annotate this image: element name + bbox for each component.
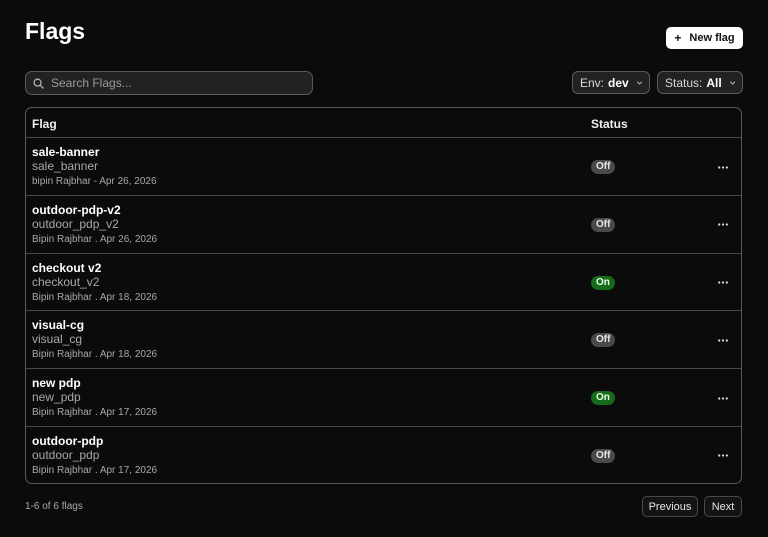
status-badge: Off xyxy=(591,217,616,232)
table-row[interactable]: sale-banner sale_banner bipin Rajbhar - … xyxy=(26,138,741,196)
flag-name[interactable]: checkout v2 xyxy=(32,261,101,275)
flag-name[interactable]: sale-banner xyxy=(32,145,99,159)
column-header-status: Status xyxy=(591,117,628,131)
more-horizontal-icon[interactable] xyxy=(715,218,731,232)
flag-name[interactable]: visual-cg xyxy=(32,318,84,332)
flag-meta: Bipin Rajbhar . Apr 18, 2026 xyxy=(32,349,158,361)
flag-meta: Bipin Rajbhar . Apr 17, 2026 xyxy=(32,464,158,476)
new-flag-button[interactable]: + New flag xyxy=(666,27,743,49)
pagination-count: 1-6 of 6 flags xyxy=(25,501,83,512)
table-row[interactable]: outdoor-pdp outdoor_pdp Bipin Rajbhar . … xyxy=(26,427,741,483)
chevron-down-icon xyxy=(729,81,735,84)
status-filter-dropdown[interactable]: Status: All xyxy=(657,71,743,94)
more-horizontal-icon[interactable] xyxy=(715,333,731,347)
new-flag-label: New flag xyxy=(689,32,735,44)
flag-meta: Bipin Rajbhar . Apr 18, 2026 xyxy=(32,291,158,303)
flag-key: outdoor_pdp xyxy=(32,447,100,462)
flag-key: checkout_v2 xyxy=(32,274,100,289)
more-horizontal-icon[interactable] xyxy=(715,449,731,463)
flags-table: Flag Status sale-banner sale_banner bipi… xyxy=(25,107,742,484)
search-icon xyxy=(33,78,44,89)
status-filter-value: All xyxy=(706,75,722,90)
flag-meta: Bipin Rajbhar . Apr 26, 2026 xyxy=(32,233,158,245)
previous-button[interactable]: Previous xyxy=(642,496,698,517)
more-horizontal-icon[interactable] xyxy=(715,160,731,174)
flag-name[interactable]: new pdp xyxy=(32,376,81,390)
table-row[interactable]: outdoor-pdp-v2 outdoor_pdp_v2 Bipin Rajb… xyxy=(26,196,741,254)
status-filter-label: Status: xyxy=(665,75,703,90)
chevron-down-icon xyxy=(636,81,642,84)
status-badge: On xyxy=(591,391,615,406)
search-box[interactable] xyxy=(25,71,313,95)
table-row[interactable]: visual-cg visual_cg Bipin Rajbhar . Apr … xyxy=(26,311,741,370)
flag-key: outdoor_pdp_v2 xyxy=(32,216,119,231)
flag-meta: bipin Rajbhar - Apr 26, 2026 xyxy=(32,176,157,187)
flag-key: sale_banner xyxy=(32,159,99,173)
page-title: Flags xyxy=(25,18,86,44)
more-horizontal-icon[interactable] xyxy=(715,391,731,405)
status-badge: Off xyxy=(591,448,616,463)
next-button[interactable]: Next xyxy=(704,496,742,517)
search-input[interactable] xyxy=(51,76,301,90)
flag-name[interactable]: outdoor-pdp xyxy=(32,434,103,448)
env-filter-dropdown[interactable]: Env: dev xyxy=(572,71,650,94)
flag-name[interactable]: outdoor-pdp-v2 xyxy=(32,203,121,217)
status-badge: Off xyxy=(591,333,616,348)
flag-meta: Bipin Rajbhar . Apr 17, 2026 xyxy=(32,407,158,419)
flag-key: visual_cg xyxy=(32,332,83,347)
table-row[interactable]: checkout v2 checkout_v2 Bipin Rajbhar . … xyxy=(26,254,741,312)
column-header-flag: Flag xyxy=(32,117,57,131)
env-filter-label: Env: xyxy=(580,75,605,90)
status-badge: Off xyxy=(591,160,616,174)
plus-icon: + xyxy=(674,31,682,45)
more-horizontal-icon[interactable] xyxy=(715,276,731,290)
status-badge: On xyxy=(591,275,615,290)
table-header: Flag Status xyxy=(26,108,741,138)
env-filter-value: dev xyxy=(608,75,629,90)
table-row[interactable]: new pdp new_pdp Bipin Rajbhar . Apr 17, … xyxy=(26,369,741,427)
flag-key: new_pdp xyxy=(32,390,81,405)
